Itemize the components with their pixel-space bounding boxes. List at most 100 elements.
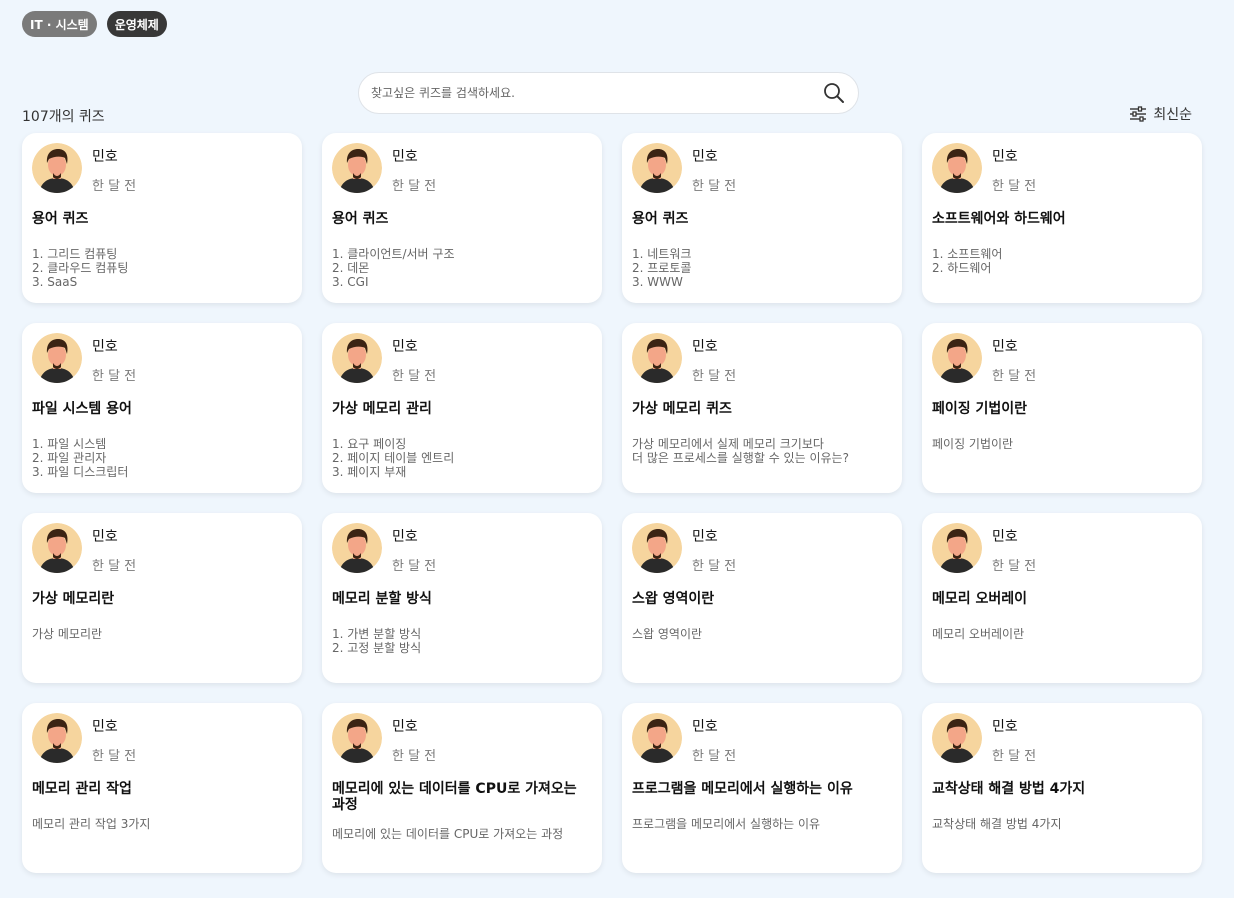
card-description: 프로그램을 메모리에서 실행하는 이유: [632, 817, 821, 831]
card-description: 1. 가변 분할 방식 2. 고정 분할 방식: [332, 627, 422, 655]
card-header: 민호 한 달 전: [632, 713, 892, 764]
card-meta: 민호 한 달 전: [992, 713, 1037, 764]
card-header: 민호한 달 전: [332, 713, 592, 764]
card-header: 민호 한 달 전: [932, 143, 1192, 194]
author-name: 민호: [392, 719, 418, 735]
author-name: 민호: [392, 149, 418, 165]
card-header: 민호 한 달 전: [32, 523, 292, 574]
quiz-card[interactable]: 민호 한 달 전파일 시스템 용어 1. 파일 시스템 2. 파일 관리자 3. 파…: [22, 323, 302, 493]
card-header: 민호한 달 전: [332, 333, 592, 384]
post-time: 한 달 전: [692, 179, 737, 194]
card-header: 민호한 달 전: [332, 143, 592, 194]
card-meta: 민호한 달 전: [92, 143, 137, 194]
card-description: 1. 소프트웨어 2. 하드웨어: [932, 247, 1003, 275]
card-title: 스왑 영역이란: [632, 591, 715, 607]
quiz-card[interactable]: 민호 한 달 전 가상 메모리란 가상 메모리란: [22, 513, 302, 683]
search-input[interactable]: [371, 86, 822, 100]
tag-operating-system[interactable]: 운영체제: [106, 11, 167, 37]
post-time: 한 달 전: [92, 749, 137, 764]
avatar: [632, 523, 682, 573]
quiz-card[interactable]: 민호 한 달 전 프로그램을 메모리에서 실행하는 이유 프로그램을 메모리에서 실행…: [622, 703, 902, 873]
quiz-card[interactable]: 민호 한 달 전 스왑 영역이란 스왑 영역이란: [622, 513, 902, 683]
card-meta: 민호한 달 전: [392, 333, 437, 384]
avatar: [932, 143, 982, 193]
quiz-card[interactable]: 민호 한 달 전 메모리에 있는 데이터를 CPU로 가져오는 과정 메모리에 있는 …: [322, 703, 602, 873]
author-name: 민호: [992, 339, 1018, 355]
post-time: 한 달 전: [392, 749, 437, 764]
card-title: 용어 퀴즈: [632, 211, 689, 227]
card-title: 교착상태 해결 방법 4가지: [932, 781, 1086, 797]
card-description: 스왑 영역이란: [632, 627, 703, 641]
quiz-card[interactable]: 민호 한 달 전 용어 퀴즈 1. 그리드 컴퓨팅 2. 클라우드 컴퓨팅 3. Sa…: [22, 133, 302, 303]
avatar: [932, 713, 982, 763]
quiz-grid: 민호 한 달 전 용어 퀴즈 1. 그리드 컴퓨팅 2. 클라우드 컴퓨팅 3. Sa…: [22, 133, 1202, 873]
quiz-card[interactable]: 민호 한 달 전 교착상태 해결 방법 4가지 교착상태 해결 방법 4가지: [922, 703, 1202, 873]
card-description: 1. 요구 페이징 2. 페이지 테이블 엔트리 3. 페이지 부재: [332, 437, 455, 479]
post-time: 한 달 전: [692, 369, 737, 384]
quiz-card[interactable]: 민호한 달 전용어 퀴즈 1. 네트워크 2. 프로토콜 3. WWW: [622, 133, 902, 303]
card-description: 가상 메모리란: [32, 627, 103, 641]
quiz-card[interactable]: 민호 한 달 전 용어 퀴즈 1. 클라이언트/서버 구조 2. 데몬 3. CGI: [322, 133, 602, 303]
post-time: 한 달 전: [992, 179, 1037, 194]
card-meta: 민호 한 달 전: [92, 523, 136, 574]
card-description: 메모리에 있는 데이터를 CPU로 가져오는 과정: [332, 827, 564, 841]
avatar: [932, 523, 982, 573]
avatar: [332, 143, 382, 193]
card-description: 메모리 관리 작업 3가지: [32, 817, 151, 831]
card-meta: 민호 한 달 전: [92, 713, 137, 764]
avatar: [632, 143, 682, 193]
avatar: [932, 333, 982, 383]
card-meta: 민호한 달 전: [392, 713, 437, 764]
avatar: [32, 333, 82, 383]
author-name: 민호: [992, 529, 1018, 545]
card-title: 메모리 분할 방식: [332, 591, 432, 607]
author-name: 민호: [692, 339, 718, 355]
quiz-card[interactable]: 민호 한 달 전메모리 분할 방식 1. 가변 분할 방식 2. 고정 분할 방식: [322, 513, 602, 683]
card-description: 메모리 오버레이란: [932, 627, 1025, 641]
search-icon[interactable]: [822, 81, 846, 105]
post-time: 한 달 전: [92, 369, 137, 384]
post-time: 한 달 전: [692, 749, 737, 764]
card-meta: 민호 한 달 전: [692, 523, 737, 574]
card-title: 파일 시스템 용어: [32, 401, 132, 417]
card-title: 프로그램을 메모리에서 실행하는 이유: [632, 781, 853, 797]
card-header: 민호 한 달 전: [32, 333, 292, 384]
author-name: 민호: [92, 529, 118, 545]
card-description: 1. 네트워크 2. 프로토콜 3. WWW: [632, 247, 692, 289]
post-time: 한 달 전: [392, 179, 437, 194]
card-meta: 민호 한 달 전: [992, 333, 1036, 384]
card-meta: 민호 한 달 전: [392, 523, 436, 574]
quiz-card[interactable]: 민호 한 달 전 메모리 관리 작업 메모리 관리 작업 3가지: [22, 703, 302, 873]
card-title: 가상 메모리 퀴즈: [632, 401, 732, 417]
author-name: 민호: [392, 529, 418, 545]
tag-it-system[interactable]: IT · 시스템: [22, 11, 97, 37]
avatar: [32, 143, 82, 193]
post-time: 한 달 전: [992, 749, 1037, 764]
quiz-card[interactable]: 민호 한 달 전 소프트웨어와 하드웨어 1. 소프트웨어 2. 하드웨어: [922, 133, 1202, 303]
quiz-card[interactable]: 민호 한 달 전 가상 메모리 퀴즈 가상 메모리에서 실제 메모리 크기보다 더 많…: [622, 323, 902, 493]
quiz-card[interactable]: 민호 한 달 전 메모리 오버레이 메모리 오버레이란: [922, 513, 1202, 683]
avatar: [332, 713, 382, 763]
filter-icon: [1129, 105, 1147, 123]
post-time: 한 달 전: [692, 559, 737, 574]
quiz-card[interactable]: 민호 한 달 전 가상 메모리 관리 1. 요구 페이징 2. 페이지 테이블 엔트리…: [322, 323, 602, 493]
card-header: 민호 한 달 전: [332, 523, 592, 574]
post-time: 한 달 전: [92, 179, 137, 194]
author-name: 민호: [392, 339, 418, 355]
quiz-card[interactable]: 민호 한 달 전 페이징 기법이란 페이징 기법이란: [922, 323, 1202, 493]
avatar: [632, 713, 682, 763]
post-time: 한 달 전: [392, 369, 437, 384]
author-name: 민호: [92, 149, 118, 165]
author-name: 민호: [692, 149, 718, 165]
card-title: 메모리에 있는 데이터를 CPU로 가져오는 과정: [332, 781, 577, 813]
card-description: 1. 파일 시스템 2. 파일 관리자 3. 파일 디스크립터: [32, 437, 129, 479]
avatar: [32, 713, 82, 763]
card-title: 페이징 기법이란: [932, 401, 1028, 417]
card-header: 민호 한 달 전: [932, 713, 1192, 764]
card-header: 민호 한 달 전: [932, 523, 1192, 574]
sort-button[interactable]: 최신순: [1129, 104, 1192, 124]
card-title: 용어 퀴즈: [32, 211, 89, 227]
card-meta: 민호한 달 전: [692, 143, 737, 194]
card-header: 민호 한 달 전: [632, 523, 892, 574]
card-header: 민호한 달 전: [632, 333, 892, 384]
